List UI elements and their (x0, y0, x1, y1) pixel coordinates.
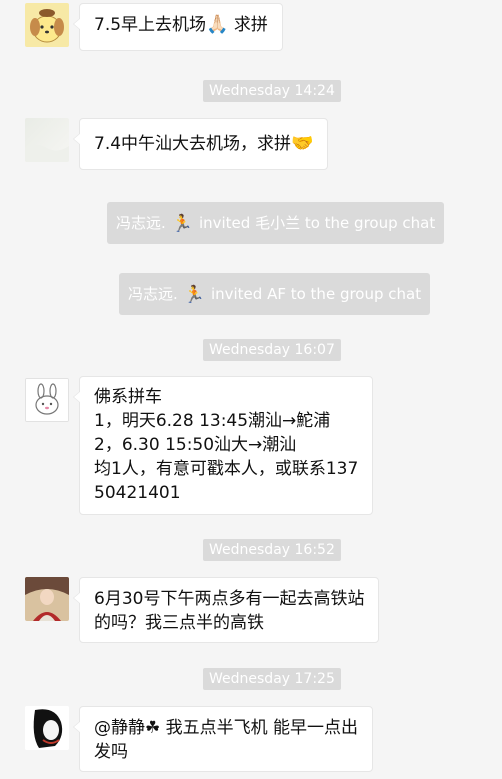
timestamp: Wednesday 16:52 (203, 539, 341, 561)
pray-emoji-icon: 🙏🏻 (206, 14, 229, 35)
ink-portrait-avatar-icon (25, 706, 69, 750)
message-bubble[interactable]: 7.5早上去机场🙏🏻 求拼 (73, 3, 283, 51)
inviter-name[interactable]: 冯志远. (116, 214, 166, 232)
message-text: 7.4中午汕大去机场，求拼 (94, 134, 292, 154)
avatar[interactable] (25, 378, 69, 422)
message-text: 7.5早上去机场 (94, 15, 207, 35)
message-line: @静静☘ 我五点半飞机 能早一点出 (94, 718, 359, 738)
message-line: 的吗？我三点半的高铁 (94, 613, 264, 633)
landscape-avatar-icon (25, 118, 69, 162)
message-text-suffix: 求拼 (228, 15, 268, 35)
avatar[interactable] (25, 118, 69, 162)
running-person-emoji-icon: 🏃 (171, 213, 193, 234)
message-line: 佛系拼车 (94, 387, 162, 407)
avatar[interactable] (25, 3, 69, 47)
timestamp: Wednesday 17:25 (203, 668, 341, 690)
running-person-emoji-icon: 🏃 (183, 284, 205, 305)
invite-text: invited 毛小兰 to the group chat (198, 214, 436, 232)
system-message: 冯志远. 🏃 invited 毛小兰 to the group chat (107, 202, 445, 244)
timestamp: Wednesday 16:07 (203, 339, 341, 361)
message-line: 1，明天6.28 13:45潮汕→鮀浦 (94, 411, 331, 431)
cartoon-rabbit-avatar-icon (26, 379, 68, 421)
timestamp: Wednesday 14:24 (203, 80, 341, 102)
message-line: 2，6.30 15:50汕大→潮汕 (94, 435, 297, 455)
message-line: 50421401 (94, 483, 181, 503)
system-message: 冯志远. 🏃 invited AF to the group chat (119, 273, 431, 315)
inviter-name[interactable]: 冯志远. (128, 285, 178, 303)
message-bubble[interactable]: @静静☘ 我五点半飞机 能早一点出 发吗 (72, 706, 374, 772)
message-bubble[interactable]: 7.4中午汕大去机场，求拼🤝 (72, 118, 329, 170)
message-bubble[interactable]: 佛系拼车 1，明天6.28 13:45潮汕→鮀浦 2，6.30 15:50汕大→… (72, 376, 374, 515)
costume-portrait-avatar-icon (25, 577, 69, 621)
message-line: 发吗 (94, 742, 128, 762)
avatar[interactable] (25, 577, 69, 621)
message-bubble[interactable]: 6月30号下午两点多有一起去高铁站 的吗？我三点半的高铁 (72, 577, 380, 643)
handshake-emoji-icon: 🤝 (291, 133, 314, 154)
message-line: 6月30号下午两点多有一起去高铁站 (94, 589, 365, 609)
avatar[interactable] (25, 706, 69, 750)
pudding-dog-avatar-icon (25, 3, 69, 47)
invite-text: invited AF to the group chat (210, 285, 422, 303)
message-line: 均1人，有意可戳本人，或联系137 (94, 459, 359, 479)
